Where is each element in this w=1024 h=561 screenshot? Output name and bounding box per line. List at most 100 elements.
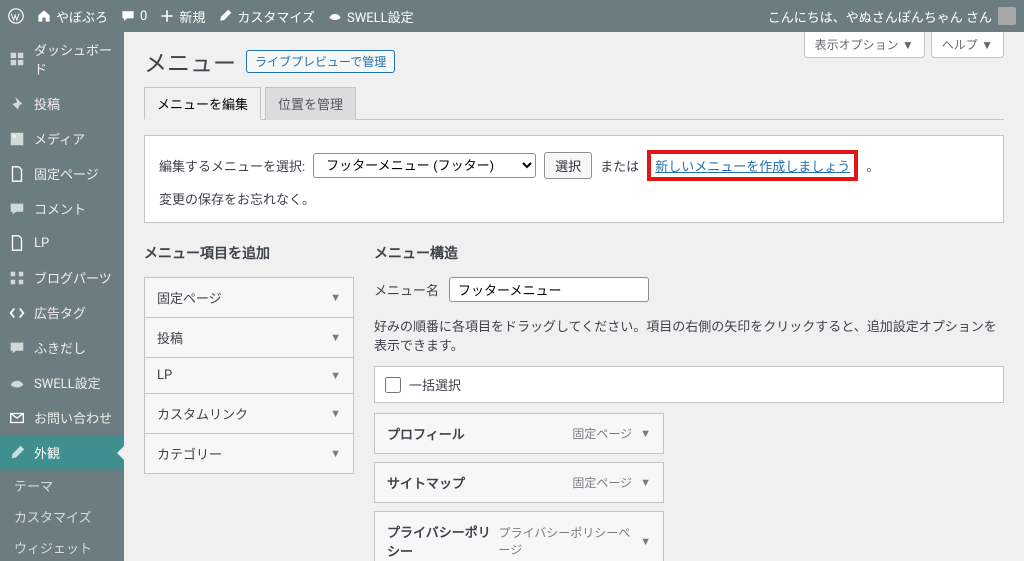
accordion-label: 投稿 (157, 328, 183, 347)
swell-icon (8, 374, 26, 392)
accordion-pages[interactable]: 固定ページ▼ (145, 278, 353, 318)
media-icon (8, 130, 26, 148)
title-text: メニュー (144, 44, 236, 78)
user-greeting[interactable]: こんにちは、やぬさんぽんちゃん さん (768, 7, 992, 26)
tab-edit-menus[interactable]: メニューを編集 (144, 87, 261, 120)
sidebar-label: 広告タグ (34, 303, 86, 322)
accordion-label: カテゴリー (157, 444, 222, 463)
structure-help: 好みの順番に各項目をドラッグしてください。項目の右側の矢印をクリックすると、追加… (374, 316, 1004, 354)
swell-icon (327, 8, 343, 24)
mail-icon (8, 409, 26, 427)
screen-options-button[interactable]: 表示オプション ▼ (804, 32, 925, 58)
save-note: 変更の保存をお忘れなく。 (159, 189, 315, 208)
submenu-widgets[interactable]: ウィジェット (0, 532, 124, 561)
menu-item-row[interactable]: プロフィール固定ページ▼ (374, 413, 664, 454)
menu-item-title: サイトマップ (387, 473, 465, 492)
period: 。 (866, 156, 879, 175)
menu-item-type: 固定ページ (572, 474, 632, 491)
bubble-icon (8, 339, 26, 357)
highlight-box: 新しいメニューを作成しましょう (647, 150, 858, 181)
admin-sidebar: ダッシュボード 投稿 メディア 固定ページ コメント LP ブログパーツ 広告タ… (0, 32, 124, 561)
select-button[interactable]: 選択 (544, 152, 592, 179)
brush-icon (8, 444, 26, 462)
comments-link[interactable]: 0 (120, 8, 147, 24)
accordion-lp[interactable]: LP▼ (145, 358, 353, 394)
help-button[interactable]: ヘルプ ▼ (931, 32, 1004, 58)
new-label: 新規 (179, 7, 205, 26)
wp-logo[interactable] (8, 8, 24, 24)
wordpress-icon (8, 8, 24, 24)
sidebar-label: メディア (34, 129, 85, 148)
caret-icon: ▼ (330, 291, 341, 304)
comment-icon (120, 8, 136, 24)
menu-item-row[interactable]: サイトマップ固定ページ▼ (374, 462, 664, 503)
tab-manage-locations[interactable]: 位置を管理 (265, 87, 356, 120)
site-name[interactable]: やぼぶろ (36, 7, 108, 26)
pin-icon (8, 95, 26, 113)
sidebar-item-dashboard[interactable]: ダッシュボード (0, 32, 124, 86)
caret-icon: ▼ (330, 447, 341, 460)
bulk-select-checkbox[interactable] (385, 377, 401, 393)
menu-item-type: プライバシーポリシーページ (498, 524, 632, 558)
menu-name-input[interactable] (449, 277, 649, 302)
menu-name-label: メニュー名 (374, 280, 439, 299)
user-avatar[interactable] (998, 7, 1016, 25)
structure-title: メニュー構造 (374, 243, 1004, 263)
sidebar-item-posts[interactable]: 投稿 (0, 86, 124, 121)
customize-label: カスタマイズ (237, 7, 315, 26)
sidebar-item-pages[interactable]: 固定ページ (0, 156, 124, 191)
brush-icon (217, 8, 233, 24)
add-items-title: メニュー項目を追加 (144, 243, 354, 263)
sidebar-item-contact[interactable]: お問い合わせ (0, 400, 124, 435)
sidebar-label: 外観 (34, 443, 60, 462)
site-title: やぼぶろ (56, 7, 108, 26)
accordion-posts[interactable]: 投稿 ▼ (145, 318, 353, 358)
customize-link[interactable]: カスタマイズ (217, 7, 315, 26)
sidebar-item-blogparts[interactable]: ブログパーツ (0, 260, 124, 295)
accordion-custom-link[interactable]: カスタムリンク ▼ (145, 394, 353, 434)
swell-settings-link[interactable]: SWELL設定 (327, 7, 414, 26)
sidebar-item-appearance[interactable]: 外観 (0, 435, 124, 470)
page-icon (8, 165, 26, 183)
admin-toolbar: やぼぶろ 0 新規 カスタマイズ SWELL設定 こんにちは、やぬさんぽんちゃん… (0, 0, 1024, 32)
accordion-categories[interactable]: カテゴリー ▼ (145, 434, 353, 473)
caret-icon: ▼ (330, 407, 341, 420)
menu-item-row[interactable]: プライバシーポリシープライバシーポリシーページ ▼ (374, 511, 664, 561)
chevron-down-icon: ▼ (640, 427, 651, 440)
sidebar-item-comments[interactable]: コメント (0, 191, 124, 226)
sidebar-label: ダッシュボード (34, 40, 116, 78)
sidebar-item-swell[interactable]: SWELL設定 (0, 365, 124, 400)
sidebar-item-bubble[interactable]: ふきだし (0, 330, 124, 365)
add-items-accordion: 固定ページ▼ 投稿▼ LP▼ カスタムリンク▼ カテゴリー▼ (144, 277, 354, 474)
code-icon (8, 304, 26, 322)
page-icon (8, 234, 26, 252)
accordion-label: LP (157, 368, 172, 383)
submenu-customize[interactable]: カスタマイズ (0, 501, 124, 532)
sidebar-label: LP (34, 236, 49, 251)
menu-item-title: プライバシーポリシー (387, 522, 498, 560)
grid-icon (8, 269, 26, 287)
caret-icon: ▼ (330, 331, 341, 344)
live-preview-button[interactable]: ライブプレビューで管理 (246, 50, 395, 73)
plus-icon (159, 8, 175, 24)
sidebar-label: ふきだし (34, 338, 86, 357)
accordion-label: カスタムリンク (157, 404, 248, 423)
create-menu-link[interactable]: 新しいメニューを作成しましょう (655, 160, 850, 175)
sidebar-item-media[interactable]: メディア (0, 121, 124, 156)
home-icon (36, 8, 52, 24)
sidebar-item-lp[interactable]: LP (0, 226, 124, 260)
or-text: または (600, 156, 639, 175)
sidebar-item-adtag[interactable]: 広告タグ (0, 295, 124, 330)
menu-item-title: プロフィール (387, 424, 465, 443)
comment-icon (8, 200, 26, 218)
bulk-select-label: 一括選択 (409, 375, 461, 394)
sidebar-label: 投稿 (34, 94, 60, 113)
submenu-themes[interactable]: テーマ (0, 470, 124, 501)
new-content[interactable]: 新規 (159, 7, 205, 26)
sidebar-label: お問い合わせ (34, 408, 112, 427)
sidebar-label: コメント (34, 199, 86, 218)
comment-count: 0 (140, 9, 147, 24)
menu-select[interactable]: フッターメニュー (フッター) (313, 153, 536, 178)
menu-select-row: 編集するメニューを選択: フッターメニュー (フッター) 選択 または 新しいメ… (144, 135, 1004, 223)
chevron-down-icon: ▼ (640, 535, 651, 548)
